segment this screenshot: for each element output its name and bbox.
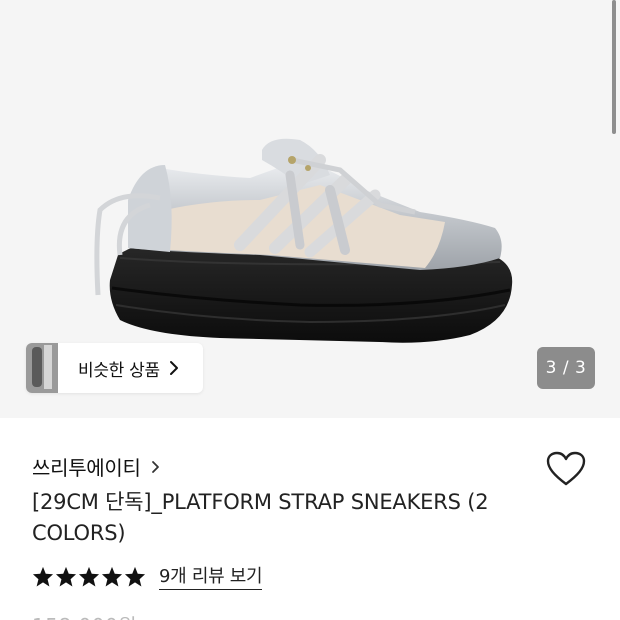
- rating-stars: [32, 566, 146, 587]
- heart-outline-icon[interactable]: [546, 451, 586, 487]
- star-filled-icon: [124, 566, 146, 587]
- chevron-right-icon: [151, 460, 159, 473]
- similar-products-label: 비슷한 상품: [78, 360, 160, 381]
- scrollbar[interactable]: [612, 0, 616, 134]
- brand-link[interactable]: 쓰리투에이티: [32, 452, 161, 481]
- image-counter: 3 / 3: [537, 347, 595, 389]
- price-partial: 158,000원: [32, 610, 137, 620]
- rating-row: 9개 리뷰 보기: [32, 562, 263, 590]
- similar-products-button[interactable]: 비슷한 상품: [26, 343, 203, 393]
- similar-product-thumbnail: [26, 343, 58, 393]
- chevron-right-icon: [169, 361, 178, 375]
- product-image-gallery[interactable]: 비슷한 상품 3 / 3: [0, 0, 620, 418]
- product-title: [29CM 단독]_PLATFORM STRAP SNEAKERS (2 COL…: [32, 490, 489, 545]
- review-link[interactable]: 9개 리뷰 보기: [159, 562, 263, 590]
- star-filled-icon: [78, 566, 100, 587]
- brand-name: 쓰리투에이티: [32, 456, 141, 480]
- star-filled-icon: [32, 566, 54, 587]
- star-filled-icon: [55, 566, 77, 587]
- star-filled-icon: [101, 566, 123, 587]
